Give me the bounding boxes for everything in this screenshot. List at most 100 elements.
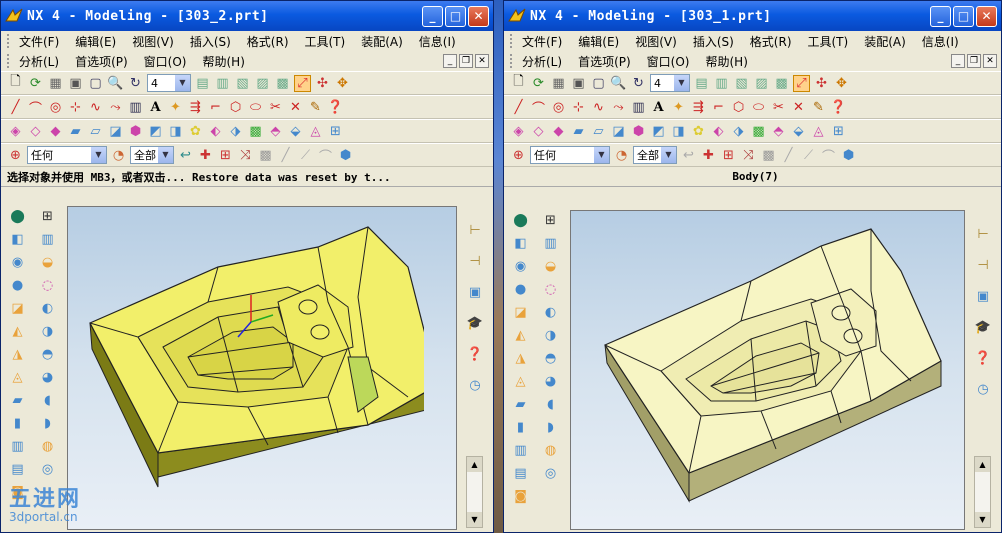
vertical-scrollbar[interactable]: ▲ ▼ xyxy=(466,456,483,528)
hole-icon[interactable]: ◪ xyxy=(9,300,26,317)
analysis-icon[interactable]: ⬙ xyxy=(790,123,807,140)
assembly-navigator-icon[interactable]: ⊢ xyxy=(975,226,992,243)
menu-edit[interactable]: 编辑(E) xyxy=(75,33,116,50)
point-icon[interactable]: ⊹ xyxy=(570,99,587,116)
menu-tools[interactable]: 工具(T) xyxy=(305,33,346,50)
extrude-icon[interactable]: ◈ xyxy=(7,123,24,140)
scroll-down-icon[interactable]: ▼ xyxy=(975,512,990,527)
menu-info[interactable]: 信息(I) xyxy=(419,33,456,50)
rotate-icon[interactable]: ↻ xyxy=(127,75,144,92)
groove-icon[interactable]: ◬ xyxy=(512,373,529,390)
arc-icon[interactable]: ⌒ xyxy=(27,99,44,117)
scroll-up-icon[interactable]: ▲ xyxy=(975,457,990,472)
navigator-icon[interactable]: ⊞ xyxy=(39,208,56,225)
ellipse-icon[interactable]: ⬭ xyxy=(247,99,264,116)
part-navigator-icon[interactable]: ⬢ xyxy=(337,147,354,164)
part-navigator-icon[interactable]: ⊣ xyxy=(467,253,484,270)
snap-tangent-icon[interactable]: ⟋ xyxy=(297,147,314,164)
surface-1-icon[interactable]: ▰ xyxy=(67,123,84,140)
wcs-icon[interactable]: ⤢ xyxy=(294,74,311,92)
analysis-icon[interactable]: ⬙ xyxy=(287,123,304,140)
fillet-curve-icon[interactable]: ⌐ xyxy=(710,99,727,116)
question-icon[interactable]: ❓ xyxy=(467,346,484,363)
part-navigator-icon[interactable]: ⬢ xyxy=(840,147,857,164)
part-navigator-icon[interactable]: ⊣ xyxy=(975,257,992,274)
toolbar-grip[interactable] xyxy=(510,34,514,48)
title-bar[interactable]: NX 4 - Modeling - [303_2.prt] _ □ ✕ xyxy=(1,1,493,31)
shell-icon[interactable]: ◕ xyxy=(39,369,56,386)
edge-blend-icon[interactable]: ◑ xyxy=(542,327,559,344)
menu-insert[interactable]: 插入(S) xyxy=(190,33,231,50)
menu-preferences[interactable]: 首选项(P) xyxy=(75,53,128,70)
divide-icon[interactable]: ✕ xyxy=(790,99,807,116)
table-icon[interactable]: ▥ xyxy=(127,99,144,116)
snap-center-icon[interactable]: ⊞ xyxy=(217,147,234,164)
layer-visible-icon[interactable]: ▥ xyxy=(713,75,730,92)
doc-minimize-icon[interactable]: _ xyxy=(951,54,965,68)
zoom-icon[interactable]: 🔍 xyxy=(107,75,124,92)
shaded-view-icon[interactable]: ▦ xyxy=(47,75,64,92)
layer-move-icon[interactable]: ▧ xyxy=(234,75,251,92)
help-icon[interactable]: ❓ xyxy=(830,99,847,116)
fillet-curve-icon[interactable]: ⌐ xyxy=(207,99,224,116)
studio-spline-icon[interactable]: ⤳ xyxy=(107,99,124,116)
surface-7-icon[interactable]: ✿ xyxy=(690,123,707,140)
menu-file[interactable]: 文件(F) xyxy=(19,33,59,50)
text-icon[interactable]: A xyxy=(147,99,164,116)
slot-icon[interactable]: ▰ xyxy=(512,396,529,413)
surface-6-icon[interactable]: ◨ xyxy=(670,123,687,140)
menu-analysis[interactable]: 分析(L) xyxy=(19,53,59,70)
pad-icon[interactable]: ◮ xyxy=(9,346,26,363)
new-file-icon[interactable]: 🗋 xyxy=(7,74,24,92)
pattern-icon[interactable]: ◌ xyxy=(542,281,559,298)
surface-5-icon[interactable]: ◩ xyxy=(147,123,164,140)
wcs-icon[interactable]: ⤢ xyxy=(793,74,810,92)
shaded-view-icon[interactable]: ▦ xyxy=(550,75,567,92)
surface-2-icon[interactable]: ▱ xyxy=(590,123,607,140)
menu-assembly[interactable]: 装配(A) xyxy=(864,33,906,50)
minimize-icon[interactable]: _ xyxy=(422,5,443,27)
wcs-orient-icon[interactable]: ✥ xyxy=(833,75,850,92)
menu-help[interactable]: 帮助(H) xyxy=(202,53,244,70)
toolbar-grip[interactable] xyxy=(510,54,514,68)
model-viewport[interactable] xyxy=(67,206,457,530)
sphere-icon[interactable]: ● xyxy=(9,277,26,294)
draft-icon[interactable]: ◖ xyxy=(39,392,56,409)
circle-icon[interactable]: ◎ xyxy=(47,99,64,116)
wcs-dynamic-icon[interactable]: ✣ xyxy=(314,75,331,92)
wcs-orient-icon[interactable]: ✥ xyxy=(334,75,351,92)
edge-blend-icon[interactable]: ◑ xyxy=(39,323,56,340)
subtract-icon[interactable]: ◎ xyxy=(39,461,56,478)
studio-spline-icon[interactable]: ⤳ xyxy=(610,99,627,116)
menu-view[interactable]: 视图(V) xyxy=(132,33,174,50)
line-icon[interactable]: ╱ xyxy=(7,99,24,116)
refresh-icon[interactable]: ⟳ xyxy=(27,75,44,92)
doc-restore-icon[interactable]: ❐ xyxy=(967,54,981,68)
snap-curve-icon[interactable]: ⌒ xyxy=(317,147,334,165)
cylinder-icon[interactable]: ◉ xyxy=(9,254,26,271)
block-icon[interactable]: ◧ xyxy=(512,235,529,252)
wcs-dynamic-icon[interactable]: ✣ xyxy=(813,75,830,92)
chamfer-icon[interactable]: ◓ xyxy=(542,350,559,367)
menu-edit[interactable]: 编辑(E) xyxy=(578,33,619,50)
circle-icon[interactable]: ◎ xyxy=(550,99,567,116)
polygon-icon[interactable]: ⬡ xyxy=(227,99,244,116)
scope-select[interactable]: 全部 ▼ xyxy=(633,146,677,164)
book-icon[interactable]: ▤ xyxy=(512,465,529,482)
slot-icon[interactable]: ▰ xyxy=(9,392,26,409)
layer-settings-icon[interactable]: ▤ xyxy=(693,75,710,92)
pipe-icon[interactable]: ◐ xyxy=(39,300,56,317)
groove-icon[interactable]: ◬ xyxy=(9,369,26,386)
menu-tools[interactable]: 工具(T) xyxy=(808,33,849,50)
draft-icon[interactable]: ◖ xyxy=(542,396,559,413)
menu-window[interactable]: 窗口(O) xyxy=(144,53,187,70)
filter-icon[interactable]: ◔ xyxy=(110,147,127,164)
undo-icon[interactable]: ↩ xyxy=(680,147,697,164)
subtract-icon[interactable]: ◎ xyxy=(542,465,559,482)
line-icon[interactable]: ╱ xyxy=(510,99,527,116)
shell-icon[interactable]: ◕ xyxy=(542,373,559,390)
trim-icon[interactable]: ✂ xyxy=(770,99,787,116)
layer-select[interactable]: 4 ▼ xyxy=(650,74,690,92)
snap-line-icon[interactable]: ╱ xyxy=(277,147,294,164)
vertical-scrollbar[interactable]: ▲ ▼ xyxy=(974,456,991,528)
